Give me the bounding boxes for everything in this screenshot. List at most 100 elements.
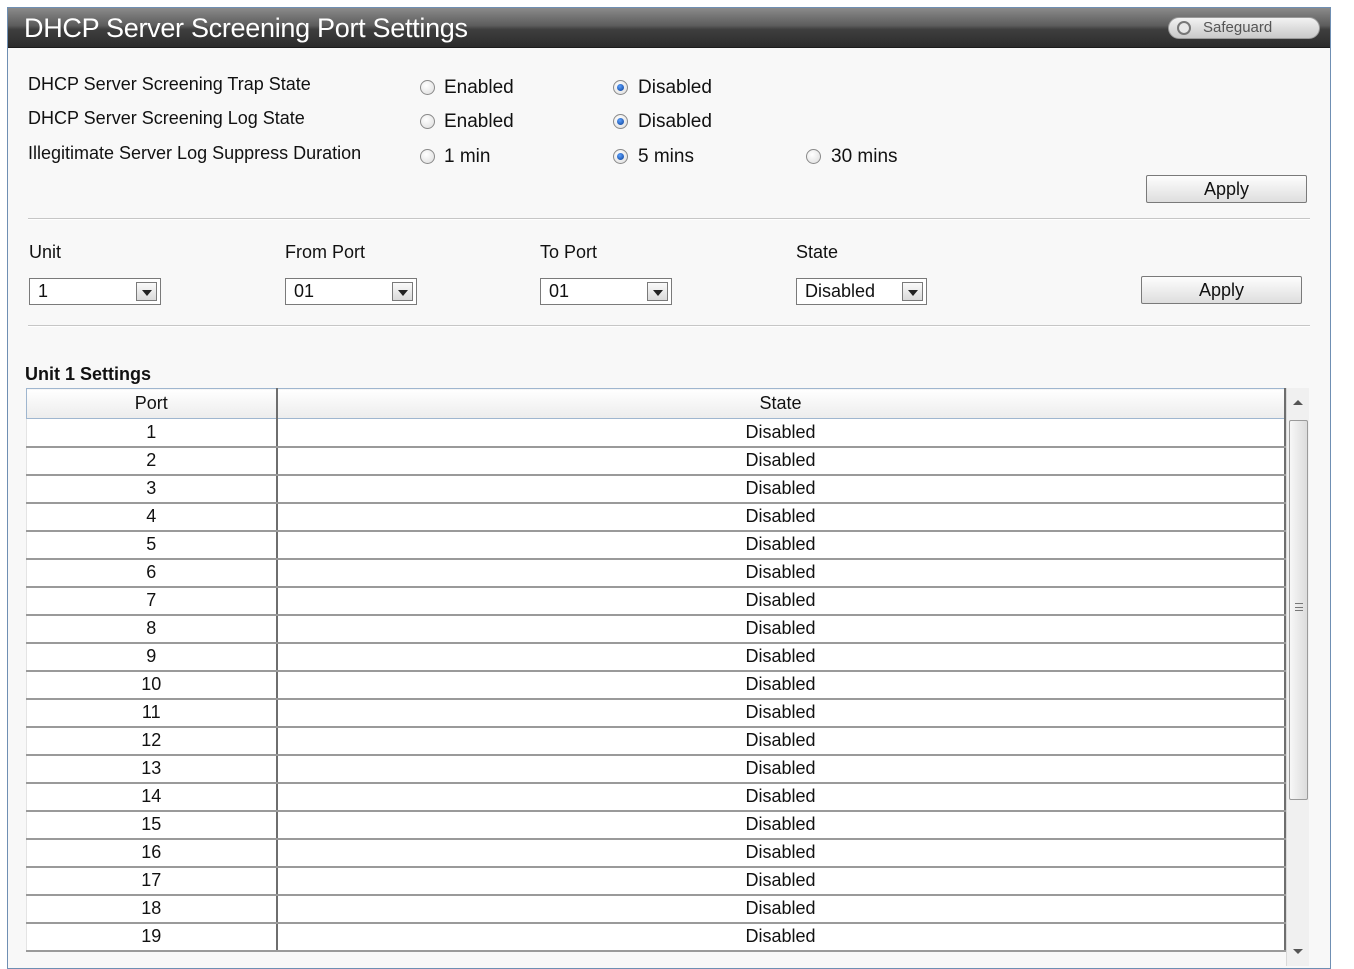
state-cell: Disabled	[276, 922, 1286, 952]
unit-label: Unit	[29, 242, 62, 262]
state-cell: Disabled	[276, 866, 1286, 896]
log-state-enabled-radio[interactable]	[420, 114, 435, 129]
state-cell: Disabled	[276, 614, 1286, 644]
table-row: 1 Disabled	[26, 418, 1286, 448]
table-header-row: Port State	[26, 388, 1286, 419]
global-apply-button[interactable]: Apply	[1146, 175, 1307, 203]
unit-select[interactable]: 1	[29, 278, 161, 305]
table-row: 14 Disabled	[26, 782, 1286, 812]
trap-state-enabled-label: Enabled	[444, 77, 514, 98]
state-cell: Disabled	[276, 838, 1286, 868]
table-row: 8 Disabled	[26, 614, 1286, 644]
table-row: 11 Disabled	[26, 698, 1286, 728]
trap-state-disabled-radio[interactable]	[613, 80, 628, 95]
state-cell: Disabled	[276, 446, 1286, 476]
port-cell: 1	[26, 418, 278, 448]
port-cell: 10	[26, 670, 278, 700]
table-row: 15 Disabled	[26, 810, 1286, 840]
state-cell: Disabled	[276, 782, 1286, 812]
chevron-down-icon	[392, 282, 413, 301]
table-row: 3 Disabled	[26, 474, 1286, 504]
port-cell: 9	[26, 642, 278, 672]
to-port-label: To Port	[540, 242, 598, 262]
state-cell: Disabled	[276, 502, 1286, 532]
page-title: DHCP Server Screening Port Settings	[24, 13, 468, 43]
scroll-down-icon[interactable]	[1293, 949, 1303, 954]
trap-state-enabled-radio[interactable]	[420, 80, 435, 95]
suppress-duration-label: Illegitimate Server Log Suppress Duratio…	[28, 143, 362, 163]
main-panel: DHCP Server Screening Port Settings Safe…	[7, 7, 1331, 969]
column-header-port: Port	[26, 388, 278, 419]
trap-state-disabled-label: Disabled	[638, 77, 712, 98]
to-port-select-value: 01	[549, 281, 570, 301]
log-state-label: DHCP Server Screening Log State	[28, 108, 305, 128]
safeguard-indicator-icon	[1177, 21, 1191, 35]
table-row: 4 Disabled	[26, 502, 1286, 532]
port-apply-button[interactable]: Apply	[1141, 276, 1302, 304]
grip-icon	[1295, 603, 1303, 611]
port-cell: 15	[26, 810, 278, 840]
safeguard-label: Safeguard	[1203, 19, 1273, 36]
state-cell: Disabled	[276, 558, 1286, 588]
log-state-enabled-label: Enabled	[444, 111, 514, 132]
state-cell: Disabled	[276, 670, 1286, 700]
state-cell: Disabled	[276, 726, 1286, 756]
suppress-5mins-radio[interactable]	[613, 149, 628, 164]
port-cell: 16	[26, 838, 278, 868]
port-settings-table: Port State 1 Disabled 2 Disabled 3 Disabled 4 D…	[26, 388, 1286, 952]
port-cell: 3	[26, 474, 278, 504]
table-row: 10 Disabled	[26, 670, 1286, 700]
state-cell: Disabled	[276, 418, 1286, 448]
table-scrollbar[interactable]	[1286, 388, 1309, 966]
port-cell: 11	[26, 698, 278, 728]
port-cell: 7	[26, 586, 278, 616]
suppress-5mins-label: 5 mins	[638, 146, 694, 167]
table-row: 19 Disabled	[26, 922, 1286, 952]
chevron-down-icon	[902, 282, 923, 301]
divider	[28, 218, 1310, 220]
state-cell: Disabled	[276, 894, 1286, 924]
port-cell: 4	[26, 502, 278, 532]
port-cell: 18	[26, 894, 278, 924]
table-row: 9 Disabled	[26, 642, 1286, 672]
safeguard-button[interactable]: Safeguard	[1168, 17, 1320, 39]
port-cell: 13	[26, 754, 278, 784]
scrollbar-thumb[interactable]	[1289, 420, 1308, 800]
port-cell: 6	[26, 558, 278, 588]
suppress-30mins-label: 30 mins	[831, 146, 898, 167]
suppress-1min-radio[interactable]	[420, 149, 435, 164]
suppress-1min-label: 1 min	[444, 146, 491, 167]
to-port-select[interactable]: 01	[540, 278, 672, 305]
port-cell: 8	[26, 614, 278, 644]
table-row: 18 Disabled	[26, 894, 1286, 924]
from-port-select[interactable]: 01	[285, 278, 417, 305]
unit-select-value: 1	[38, 281, 49, 301]
table-row: 5 Disabled	[26, 530, 1286, 560]
state-cell: Disabled	[276, 810, 1286, 840]
column-header-state: State	[276, 388, 1286, 419]
divider	[28, 325, 1310, 327]
port-cell: 12	[26, 726, 278, 756]
table-row: 6 Disabled	[26, 558, 1286, 588]
state-select[interactable]: Disabled	[796, 278, 927, 305]
chevron-down-icon	[647, 282, 668, 301]
trap-state-label: DHCP Server Screening Trap State	[28, 74, 311, 94]
state-cell: Disabled	[276, 530, 1286, 560]
state-cell: Disabled	[276, 642, 1286, 672]
log-state-disabled-radio[interactable]	[613, 114, 628, 129]
port-cell: 5	[26, 530, 278, 560]
suppress-30mins-radio[interactable]	[806, 149, 821, 164]
state-cell: Disabled	[276, 754, 1286, 784]
from-port-select-value: 01	[294, 281, 315, 301]
port-cell: 14	[26, 782, 278, 812]
port-table-container: Port State 1 Disabled 2 Disabled 3 Disabled 4 D…	[26, 388, 1310, 968]
table-row: 2 Disabled	[26, 446, 1286, 476]
scroll-up-icon[interactable]	[1293, 400, 1303, 405]
state-label: State	[796, 242, 839, 262]
port-cell: 2	[26, 446, 278, 476]
from-port-label: From Port	[285, 242, 366, 262]
table-caption: Unit 1 Settings	[25, 364, 152, 384]
chevron-down-icon	[136, 282, 157, 301]
state-select-value: Disabled	[805, 281, 876, 301]
port-cell: 19	[26, 922, 278, 952]
